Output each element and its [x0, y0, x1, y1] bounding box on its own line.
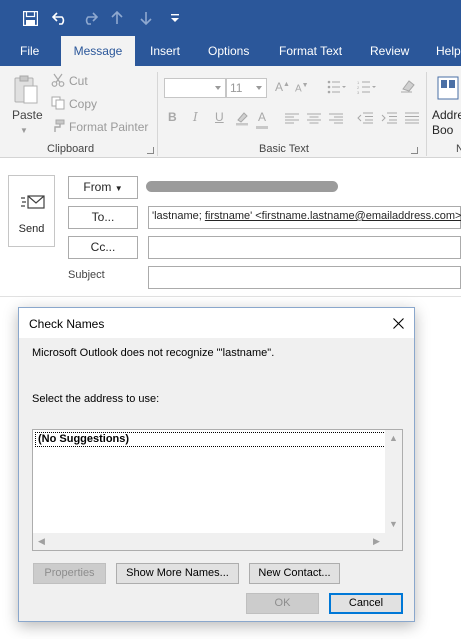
tab-review[interactable]: Review: [370, 36, 409, 66]
from-button[interactable]: From ▼: [68, 176, 138, 199]
font-name-combo[interactable]: [164, 78, 226, 98]
scroll-left-icon[interactable]: ◀: [33, 533, 50, 550]
shrink-font-label: A: [295, 83, 302, 95]
names-group-label: N: [456, 143, 461, 155]
to-recipient-unresolved: firstname' <firstname.lastname@emailaddr…: [204, 210, 461, 222]
dialog-title: Check Names: [29, 317, 105, 331]
basic-text-group-label: Basic Text: [259, 143, 309, 155]
group-separator: [426, 72, 427, 156]
new-contact-button[interactable]: New Contact...: [249, 563, 340, 584]
basic-text-launcher-icon[interactable]: [411, 147, 418, 154]
copy-icon: [51, 96, 65, 113]
to-recipients: 'lastname; firstname' <firstname.lastnam…: [152, 210, 461, 222]
show-more-names-button[interactable]: Show More Names...: [116, 563, 239, 584]
tab-file[interactable]: File: [20, 36, 39, 66]
tab-options[interactable]: Options: [208, 36, 249, 66]
cancel-button[interactable]: Cancel: [329, 593, 403, 614]
cut-button[interactable]: Cut: [69, 74, 88, 88]
decrease-indent-icon[interactable]: [357, 112, 373, 127]
ok-button[interactable]: OK: [246, 593, 319, 614]
copy-button[interactable]: Copy: [69, 97, 97, 111]
align-center-icon[interactable]: [307, 113, 321, 127]
send-envelope-icon: [21, 194, 45, 213]
underline-button[interactable]: U: [215, 110, 224, 124]
font-color-swatch: [256, 126, 268, 129]
scroll-up-icon[interactable]: ▲: [385, 430, 402, 447]
select-address-prompt: Select the address to use:: [32, 393, 160, 405]
properties-button[interactable]: Properties: [33, 563, 106, 584]
from-dropdown-icon: ▼: [114, 184, 123, 193]
numbering-icon[interactable]: 123: [357, 80, 377, 97]
from-label: From: [83, 180, 112, 194]
svg-text:3: 3: [357, 90, 360, 94]
paste-icon[interactable]: [13, 74, 39, 109]
align-right-icon[interactable]: [329, 113, 343, 127]
address-book-label[interactable]: Addre Boo: [432, 108, 461, 138]
bullets-icon[interactable]: [327, 80, 347, 97]
grow-font-button[interactable]: A▲: [275, 80, 290, 94]
paste-label[interactable]: Paste: [12, 108, 43, 122]
highlight-icon[interactable]: [235, 110, 251, 129]
subject-label: Subject: [68, 269, 105, 281]
customize-toolbar-icon[interactable]: [167, 0, 183, 36]
dialog-message: Microsoft Outlook does not recognize "'l…: [32, 347, 275, 359]
tab-help[interactable]: Help: [436, 36, 461, 66]
down-arrow-icon[interactable]: [137, 0, 155, 36]
to-button[interactable]: To...: [68, 206, 138, 229]
title-bar: [0, 0, 461, 36]
save-icon[interactable]: [18, 0, 42, 36]
scrollbar-corner: [385, 533, 402, 550]
font-size-value: 11: [230, 81, 243, 95]
scroll-down-icon[interactable]: ▼: [385, 516, 402, 533]
to-recipient-lastname: 'lastname;: [152, 210, 205, 222]
grow-font-label: A: [275, 80, 284, 94]
format-painter-icon: [51, 119, 65, 136]
cc-field[interactable]: [148, 236, 461, 259]
clipboard-launcher-icon[interactable]: [147, 147, 154, 154]
italic-button[interactable]: I: [193, 110, 198, 124]
address-book-icon[interactable]: [437, 76, 459, 103]
scroll-right-icon[interactable]: ▶: [368, 533, 385, 550]
tab-format-text[interactable]: Format Text: [279, 36, 342, 66]
font-size-combo[interactable]: 11: [226, 78, 267, 98]
vertical-scrollbar[interactable]: ▲ ▼: [385, 430, 402, 533]
rtl-paragraph-icon[interactable]: [405, 112, 419, 127]
tab-message[interactable]: Message: [61, 36, 135, 66]
clear-formatting-icon[interactable]: [400, 79, 416, 96]
up-arrow-icon[interactable]: [108, 0, 126, 36]
ribbon: Paste ▼ Cut Copy Format Painter Clipboar…: [0, 66, 461, 158]
cc-button[interactable]: Cc...: [68, 236, 138, 259]
close-icon[interactable]: [388, 313, 408, 333]
list-item[interactable]: (No Suggestions): [35, 432, 386, 447]
shrink-font-button[interactable]: A▼: [295, 82, 309, 94]
bold-button[interactable]: B: [168, 110, 177, 124]
horizontal-scrollbar[interactable]: ◀ ▶: [33, 533, 385, 550]
scissors-icon: [51, 73, 65, 90]
format-painter-button[interactable]: Format Painter: [69, 120, 148, 134]
clipboard-group-label: Clipboard: [47, 143, 95, 155]
ribbon-tab-bar: File Message Insert Options Format Text …: [0, 36, 461, 66]
suggestions-listbox[interactable]: (No Suggestions) ▲ ▼ ◀ ▶: [32, 429, 403, 551]
tab-insert[interactable]: Insert: [150, 36, 180, 66]
redo-icon[interactable]: [80, 0, 100, 36]
group-separator: [157, 72, 158, 156]
from-address-redacted: [146, 181, 338, 192]
send-label: Send: [18, 223, 45, 235]
font-color-label: A: [258, 110, 267, 124]
font-color-button[interactable]: A: [258, 110, 266, 124]
check-names-dialog: Check Names Microsoft Outlook does not r…: [18, 307, 415, 622]
increase-indent-icon[interactable]: [381, 112, 397, 127]
paste-dropdown-icon[interactable]: ▼: [20, 126, 28, 135]
align-left-icon[interactable]: [285, 113, 299, 127]
subject-field[interactable]: [148, 266, 461, 289]
undo-icon[interactable]: [50, 0, 70, 36]
send-button[interactable]: Send: [8, 175, 55, 247]
